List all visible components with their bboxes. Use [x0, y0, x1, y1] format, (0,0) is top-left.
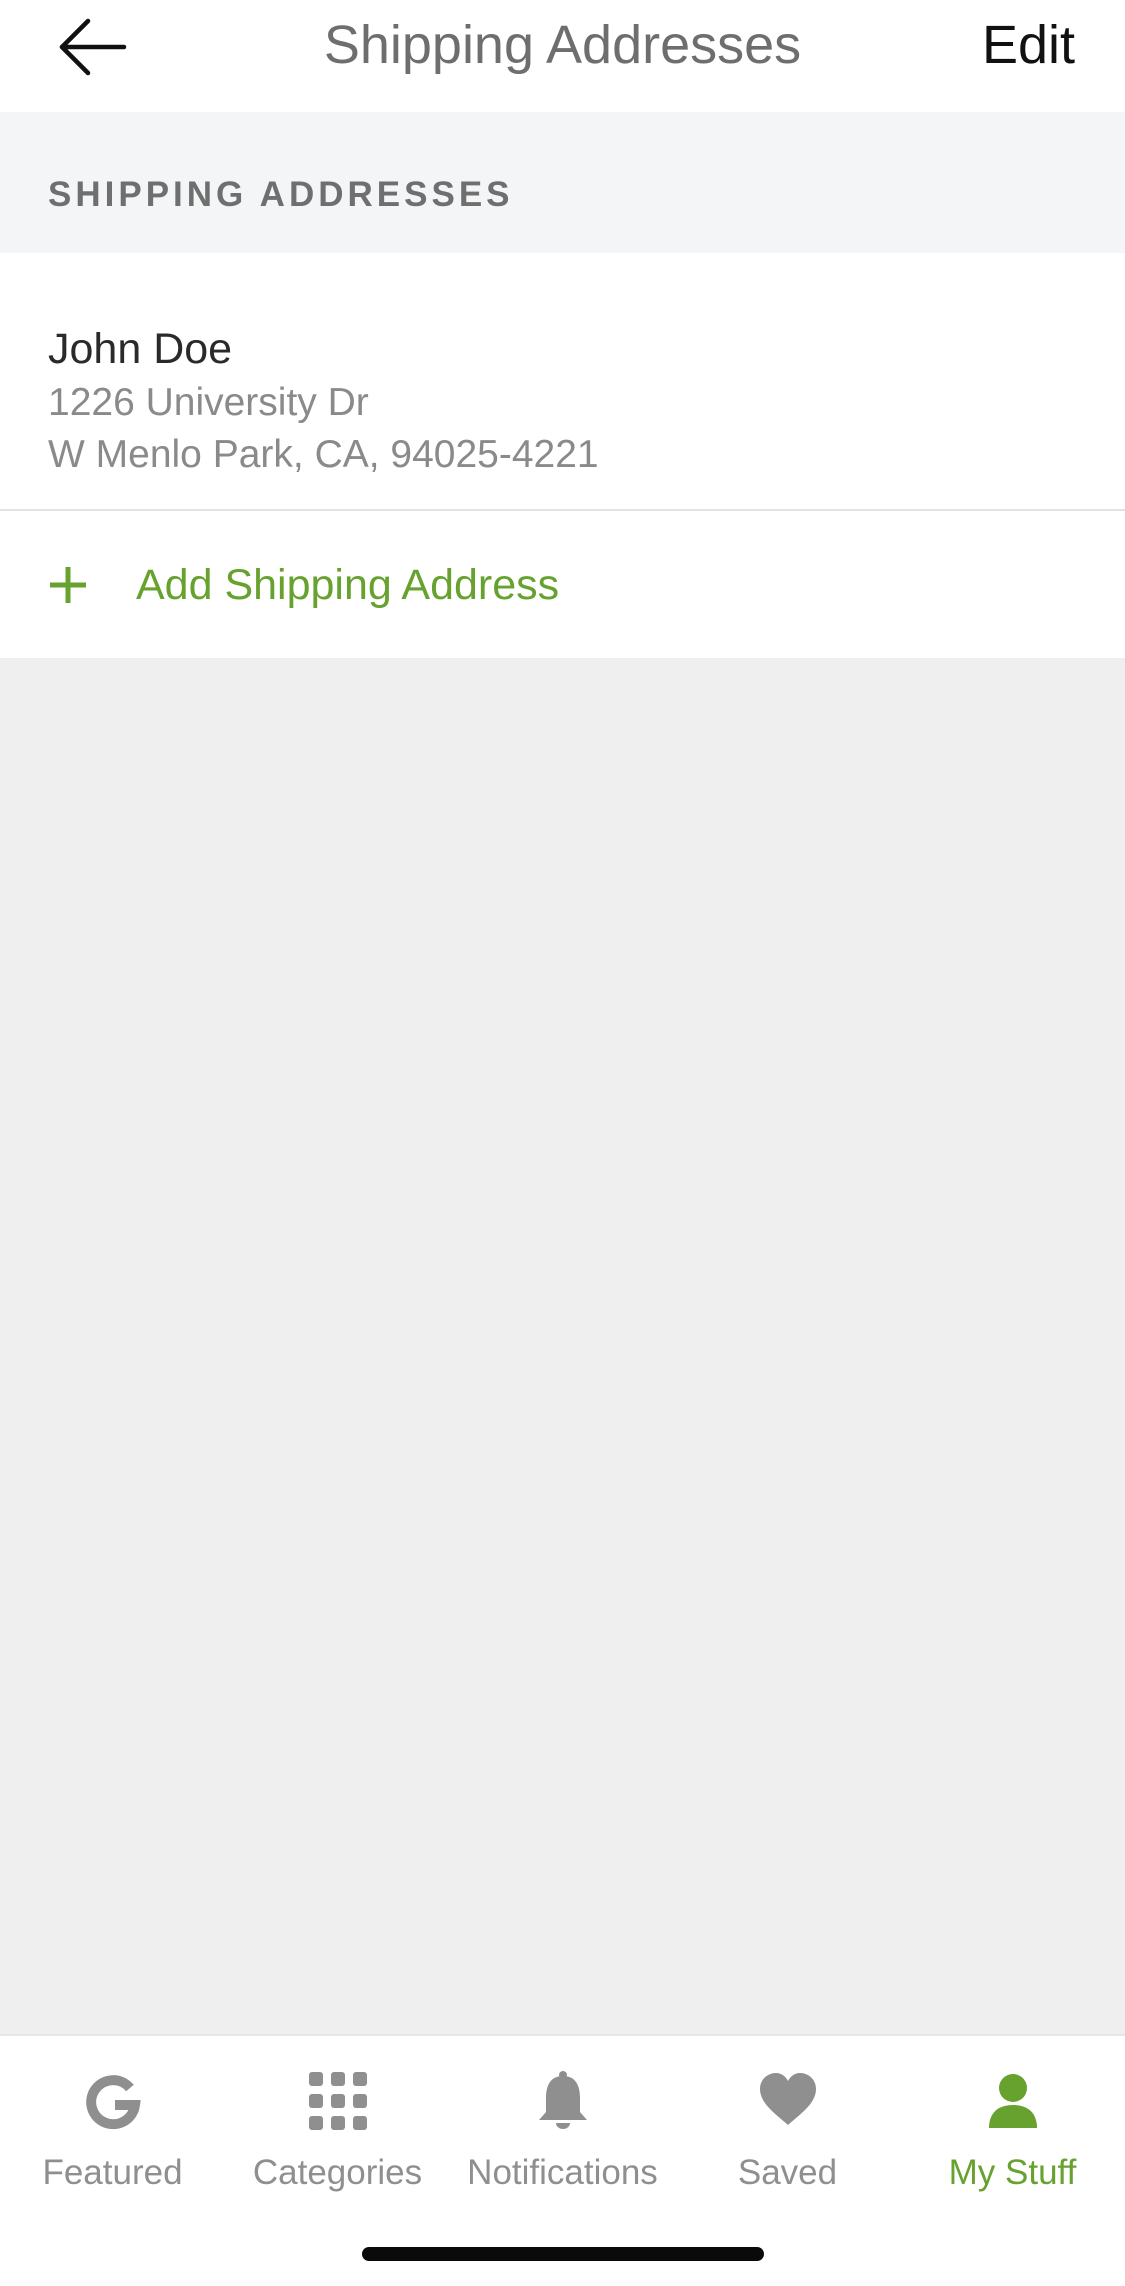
tab-notifications[interactable]: Notifications: [450, 2056, 675, 2216]
heart-icon: [760, 2073, 816, 2125]
address-city-state-zip: W Menlo Park, CA, 94025-4221: [48, 433, 599, 476]
g-logo-icon: [86, 2075, 141, 2130]
page-title: Shipping Addresses: [323, 15, 802, 75]
tab-featured[interactable]: Featured: [0, 2056, 225, 2216]
tab-categories[interactable]: Categories: [225, 2056, 450, 2216]
grid-icon: [309, 2072, 367, 2130]
plus-icon: [50, 567, 86, 603]
add-shipping-address-button[interactable]: Add Shipping Address: [0, 511, 1125, 658]
bell-icon: [539, 2071, 587, 2129]
tab-label-categories: Categories: [252, 2153, 423, 2192]
tab-saved[interactable]: Saved: [675, 2056, 900, 2216]
address-name: John Doe: [48, 325, 233, 373]
tab-my-stuff[interactable]: My Stuff: [900, 2056, 1125, 2216]
nav-bar: Shipping Addresses Edit: [0, 0, 1125, 112]
edit-button[interactable]: Edit: [982, 10, 1075, 80]
add-shipping-address-label: Add Shipping Address: [136, 561, 560, 609]
home-indicator: [362, 2247, 764, 2261]
tab-label-my-stuff: My Stuff: [948, 2153, 1077, 2192]
tab-label-notifications: Notifications: [467, 2153, 658, 2192]
section-header: SHIPPING ADDRESSES: [0, 112, 1125, 253]
tab-label-featured: Featured: [42, 2153, 183, 2192]
person-icon: [989, 2074, 1037, 2128]
tab-label-saved: Saved: [737, 2153, 838, 2192]
address-card[interactable]: John Doe 1226 University Dr W Menlo Park…: [0, 253, 1125, 511]
section-header-label: SHIPPING ADDRESSES: [48, 175, 514, 214]
address-street: 1226 University Dr: [48, 381, 369, 424]
